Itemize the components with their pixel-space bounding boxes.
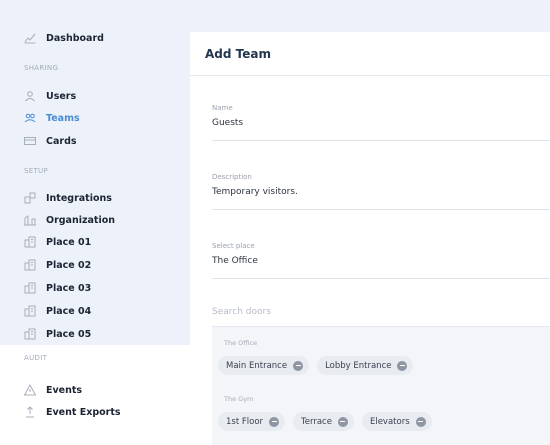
sidebar-item-label: Users: [46, 90, 77, 102]
door-group-label: The Office: [224, 339, 258, 347]
select-place-field[interactable]: Select place The Office: [212, 242, 550, 266]
door-chip: Lobby Entrance: [317, 356, 414, 375]
remove-icon[interactable]: [269, 416, 280, 427]
sidebar-item-label: Organization: [46, 214, 116, 226]
sidebar-item-cards[interactable]: Cards: [24, 135, 77, 147]
name-label: Name: [212, 104, 233, 112]
remove-icon[interactable]: [415, 416, 426, 427]
door-chip: Elevators: [361, 412, 432, 431]
sidebar-item-label: Cards: [46, 135, 77, 147]
page-title: Add Team: [205, 46, 271, 61]
sidebar-item-label: Place 04: [46, 305, 92, 317]
remove-icon[interactable]: [337, 416, 348, 427]
sidebar-item-place-03[interactable]: Place 03: [24, 282, 91, 294]
organization-icon: [24, 214, 36, 226]
sidebar-item-place-05[interactable]: Place 05: [24, 328, 91, 340]
door-chip-label: Terrace: [301, 416, 332, 427]
team-icon: [24, 112, 36, 124]
doors-panel: The Office Main Entrance Lobby Entrance …: [212, 326, 550, 445]
sidebar-item-integrations[interactable]: Integrations: [24, 192, 112, 204]
building-icon: [24, 259, 36, 271]
building-icon: [24, 282, 36, 294]
description-label: Description: [212, 173, 252, 181]
door-chip-label: 1st Floor: [226, 416, 264, 427]
select-place-label: Select place: [212, 242, 255, 250]
add-team-card: Add Team Name Guests Description Tempora…: [190, 32, 550, 445]
door-chip-label: Lobby Entrance: [325, 360, 392, 371]
remove-icon[interactable]: [397, 360, 408, 371]
user-icon: [24, 90, 36, 102]
door-group-chips: Main Entrance Lobby Entrance: [218, 356, 414, 375]
card-header: Add Team: [190, 32, 550, 76]
name-underline: [212, 140, 550, 141]
door-group-label: The Gym: [224, 395, 254, 403]
description-input[interactable]: Temporary visitors.: [212, 187, 550, 197]
sidebar-item-label: Place 05: [46, 328, 92, 340]
sidebar-item-dashboard[interactable]: Dashboard: [24, 32, 104, 44]
warning-icon: [24, 384, 36, 396]
building-icon: [24, 328, 36, 340]
select-place-underline: [212, 278, 550, 279]
sidebar-item-place-02[interactable]: Place 02: [24, 259, 91, 271]
sidebar-item-label: Place 02: [46, 259, 92, 271]
sidebar-item-label: Events: [46, 384, 83, 396]
door-chip: Terrace: [293, 412, 354, 431]
remove-icon[interactable]: [293, 360, 304, 371]
select-place-dropdown[interactable]: The Office: [212, 256, 550, 266]
building-icon: [24, 236, 36, 248]
sidebar-item-label: Integrations: [46, 192, 112, 204]
sidebar-item-teams[interactable]: Teams: [24, 112, 80, 124]
section-label-setup: SETUP: [24, 167, 48, 175]
door-chip: 1st Floor: [218, 412, 286, 431]
sidebar-item-place-04[interactable]: Place 04: [24, 305, 91, 317]
plug-icon: [24, 192, 36, 204]
section-label-sharing: SHARING: [24, 64, 59, 72]
sidebar-item-place-01[interactable]: Place 01: [24, 236, 91, 248]
sidebar-item-label: Event Exports: [46, 406, 121, 418]
search-doors-input[interactable]: Search doors: [212, 307, 271, 317]
sidebar-item-organization[interactable]: Organization: [24, 214, 115, 226]
door-chip-label: Main Entrance: [226, 360, 288, 371]
building-icon: [24, 305, 36, 317]
door-group-chips: 1st Floor Terrace Elevators: [218, 412, 432, 431]
door-chip-label: Elevators: [369, 416, 410, 427]
export-icon: [24, 406, 36, 418]
sidebar-item-label: Place 03: [46, 282, 92, 294]
sidebar-item-label: Dashboard: [46, 32, 104, 44]
sidebar-item-label: Place 01: [46, 236, 92, 248]
description-underline: [212, 209, 550, 210]
sidebar-item-label: Teams: [46, 112, 80, 124]
door-chip: Main Entrance: [218, 356, 310, 375]
sidebar-item-event-exports[interactable]: Event Exports: [24, 406, 121, 418]
name-field[interactable]: Name Guests: [212, 104, 550, 128]
sidebar-item-users[interactable]: Users: [24, 90, 76, 102]
sidebar: Dashboard SHARING Users Teams Cards SETU…: [0, 0, 190, 445]
chart-icon: [24, 32, 36, 44]
section-label-audit: AUDIT: [24, 354, 48, 362]
card-icon: [24, 135, 36, 147]
sidebar-item-events[interactable]: Events: [24, 384, 82, 396]
name-input[interactable]: Guests: [212, 118, 550, 128]
description-field[interactable]: Description Temporary visitors.: [212, 173, 550, 197]
